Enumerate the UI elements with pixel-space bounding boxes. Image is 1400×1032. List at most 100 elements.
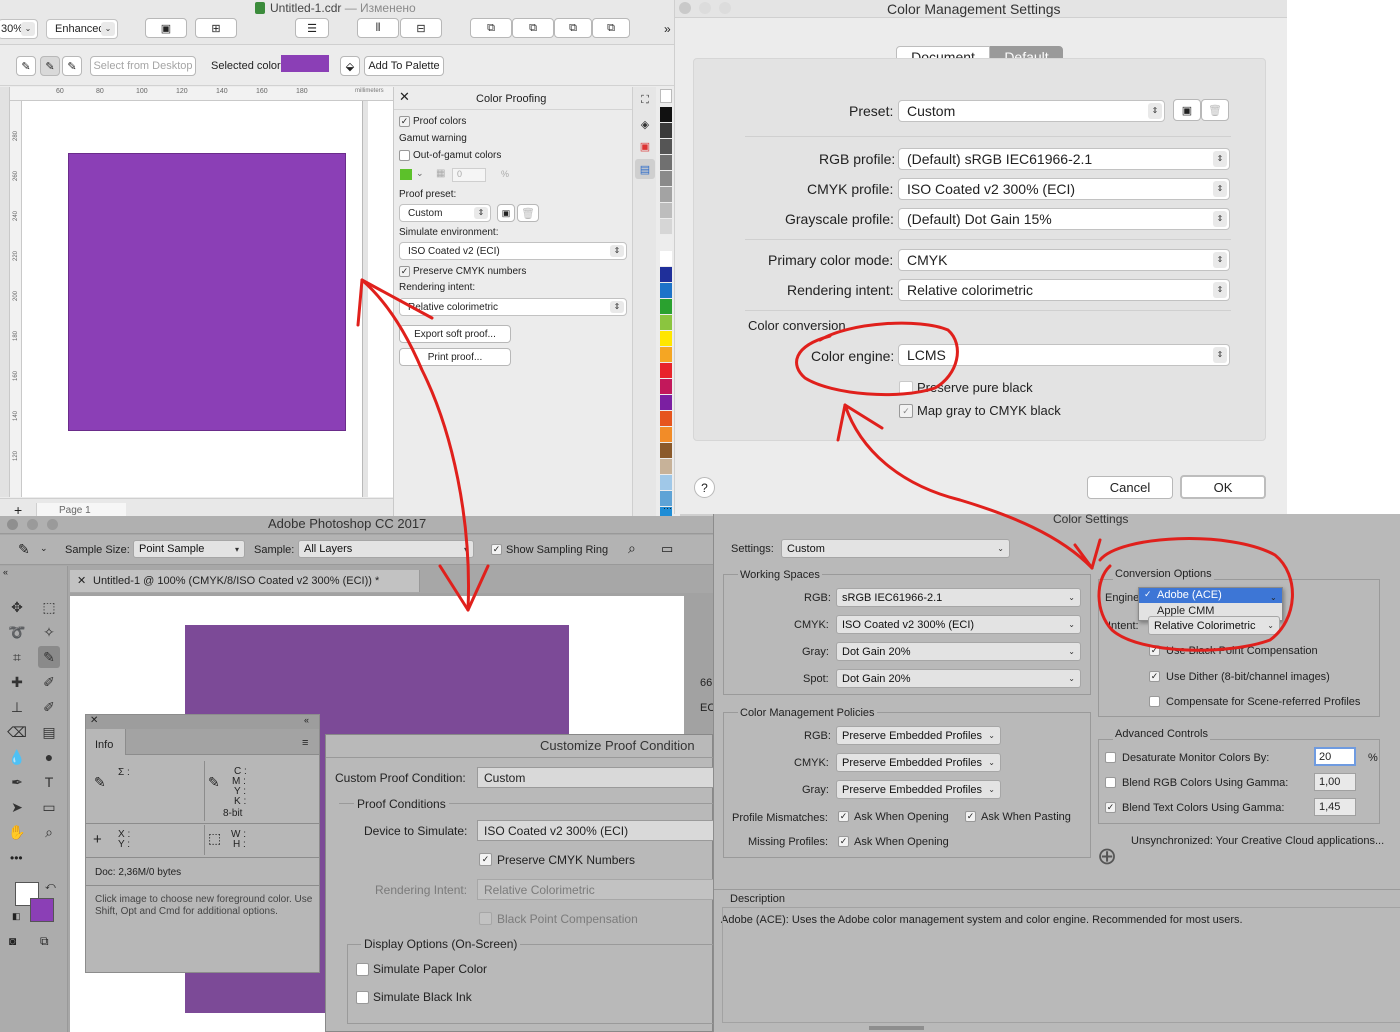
ws-gray-select[interactable]: Dot Gain 20% ⌄ [836, 642, 1081, 661]
close-traffic-icon[interactable] [679, 2, 691, 14]
quick-mask-icon[interactable]: ◙ [9, 934, 16, 948]
blend-text-field[interactable]: 1,45 [1314, 798, 1356, 816]
out-of-gamut-checkbox[interactable] [399, 150, 410, 161]
lasso-tool-icon[interactable]: ➰ [6, 621, 28, 643]
ask-open-checkbox[interactable]: ✓ [838, 811, 849, 822]
palette-swatch[interactable] [660, 427, 672, 442]
blend-text-checkbox[interactable]: ✓ [1105, 802, 1116, 813]
palette-swatch[interactable] [660, 267, 672, 282]
cancel-button[interactable]: Cancel [1087, 476, 1173, 499]
palette-swatch[interactable] [660, 171, 672, 186]
break-apart-button[interactable]: ⧉ [592, 18, 630, 38]
map-gray-checkbox[interactable]: ✓ [899, 404, 913, 418]
minimize-traffic-icon[interactable] [699, 2, 711, 14]
palette-swatch[interactable] [660, 411, 672, 426]
custom-condition-select[interactable]: Custom [477, 767, 714, 788]
save-preset-icon[interactable]: ▣ [497, 204, 515, 222]
preserve-cmyk-checkbox[interactable]: ✓ [479, 853, 492, 866]
view-mode-select[interactable]: Enhanced ⌄ [46, 19, 118, 39]
blur-tool-icon[interactable]: 💧 [6, 746, 28, 768]
align-button[interactable]: ☰ [295, 18, 329, 38]
gamut-transparency-field[interactable]: 0 [452, 168, 486, 182]
gamut-color-swatch[interactable] [400, 169, 412, 180]
path-select-tool-icon[interactable]: ➤ [6, 796, 28, 818]
use-dither-checkbox[interactable]: ✓ [1149, 671, 1160, 682]
rendering-select[interactable]: Relative colorimetric ⇕ [399, 298, 627, 316]
simulate-ink-checkbox[interactable] [356, 991, 369, 1004]
scene-checkbox[interactable] [1149, 696, 1160, 707]
simulate-select[interactable]: ISO Coated v2 (ECI) ⇕ [399, 242, 627, 260]
ws-cmyk-select[interactable]: ISO Coated v2 300% (ECI) ⌄ [836, 615, 1081, 634]
ask-open-missing-checkbox[interactable]: ✓ [838, 836, 849, 847]
swap-colors-icon[interactable]: ⤺ [45, 881, 56, 892]
save-preset-button[interactable]: ▣ [1173, 99, 1201, 121]
transform-tab-icon[interactable]: ⛶ [636, 91, 654, 109]
paint-bucket-icon[interactable]: ⬙ [340, 56, 360, 76]
engine-select-arrow[interactable]: ⌄ [1270, 593, 1277, 602]
palette-swatch[interactable] [660, 395, 672, 410]
color-tab-icon[interactable]: ▣ [636, 137, 654, 155]
palette-more-icon[interactable]: ⋯ [663, 503, 672, 514]
sample-select[interactable]: All Layers ▾ [298, 540, 474, 558]
bpc-checkbox[interactable] [479, 912, 492, 925]
dodge-tool-icon[interactable]: ● [38, 746, 60, 768]
settings-select[interactable]: Custom ⌄ [781, 539, 1010, 558]
blend-rgb-checkbox[interactable] [1105, 777, 1116, 788]
ws-rgb-select[interactable]: sRGB IEC61966-2.1 ⌄ [836, 588, 1081, 607]
palette-swatch[interactable] [660, 235, 672, 250]
eyedropper-tool-icon[interactable]: ✎ [38, 646, 60, 668]
page-width-button[interactable]: ⊞ [195, 18, 237, 38]
ok-button[interactable]: OK [1180, 475, 1266, 499]
delete-preset-button[interactable]: 🗑 [1201, 99, 1229, 121]
palette-swatch[interactable] [660, 107, 672, 122]
rgb-profile-select[interactable]: (Default) sRGB IEC61966-2.1 ⇕ [898, 148, 1230, 170]
engine-option-ace[interactable]: Adobe (ACE) [1139, 588, 1282, 603]
preserve-cmyk-checkbox[interactable]: ✓ [399, 266, 410, 277]
workspace-icon[interactable]: ▭ [661, 541, 673, 557]
align-center-button[interactable]: ⊟ [400, 18, 442, 38]
more-tools-icon[interactable]: ••• [10, 851, 23, 865]
layers-tab-icon[interactable]: ◈ [636, 115, 654, 133]
gradient-tool-icon[interactable]: ▤ [38, 721, 60, 743]
collapse-icon[interactable]: « [3, 567, 8, 577]
palette-swatch[interactable] [660, 139, 672, 154]
palette-swatch[interactable] [660, 123, 672, 138]
palette-swatch[interactable] [660, 251, 672, 266]
palette-swatch[interactable] [660, 443, 672, 458]
sampling-ring-checkbox[interactable]: ✓ [491, 544, 502, 555]
blend-rgb-field[interactable]: 1,00 [1314, 773, 1356, 791]
document-tab[interactable]: ✕ Untitled-1 @ 100% (CMYK/8/ISO Coated v… [70, 570, 420, 592]
export-soft-proof-button[interactable]: Export soft proof... [399, 325, 511, 343]
desaturate-checkbox[interactable] [1105, 752, 1116, 763]
print-proof-button[interactable]: Print proof... [399, 348, 511, 366]
panel-menu-icon[interactable]: ≡ [302, 737, 308, 749]
purple-rectangle[interactable] [68, 153, 346, 431]
palette-swatch[interactable] [660, 331, 672, 346]
combine-button[interactable]: ⧉ [554, 18, 592, 38]
screen-mode-icon[interactable]: ⧉ [40, 934, 49, 949]
ungroup-button[interactable]: ⧉ [512, 18, 554, 38]
intent-select[interactable]: Relative Colorimetric ⌄ [1148, 616, 1280, 635]
collapse-icon[interactable]: « [304, 715, 309, 725]
brush-tool-icon[interactable]: ✐ [38, 671, 60, 693]
sample-size-select[interactable]: Point Sample ▾ [133, 540, 245, 558]
group-button[interactable]: ⧉ [470, 18, 512, 38]
close-traffic-icon[interactable] [7, 519, 18, 530]
rendering-intent-select[interactable]: Relative colorimetric ⇕ [898, 279, 1230, 301]
pen-tool-icon[interactable]: ✒ [6, 771, 28, 793]
default-colors-icon[interactable]: ◧ [12, 911, 21, 922]
healing-tool-icon[interactable]: ✚ [6, 671, 28, 693]
palette-swatch[interactable] [660, 203, 672, 218]
primary-mode-select[interactable]: CMYK ⇕ [898, 249, 1230, 271]
eraser-tool-icon[interactable]: ⌫ [6, 721, 28, 743]
proofing-tab-icon[interactable]: ▤ [635, 159, 655, 179]
palette-swatch[interactable] [660, 187, 672, 202]
distribute-button[interactable]: ⫴ [357, 18, 399, 38]
magic-wand-tool-icon[interactable]: ✧ [38, 621, 60, 643]
palette-swatch[interactable] [660, 363, 672, 378]
palette-swatch[interactable] [660, 299, 672, 314]
history-brush-tool-icon[interactable]: ✐ [38, 696, 60, 718]
shape-tool-icon[interactable]: ▭ [38, 796, 60, 818]
preset-select[interactable]: Custom ⇕ [898, 100, 1165, 122]
palette-swatch[interactable] [660, 475, 672, 490]
